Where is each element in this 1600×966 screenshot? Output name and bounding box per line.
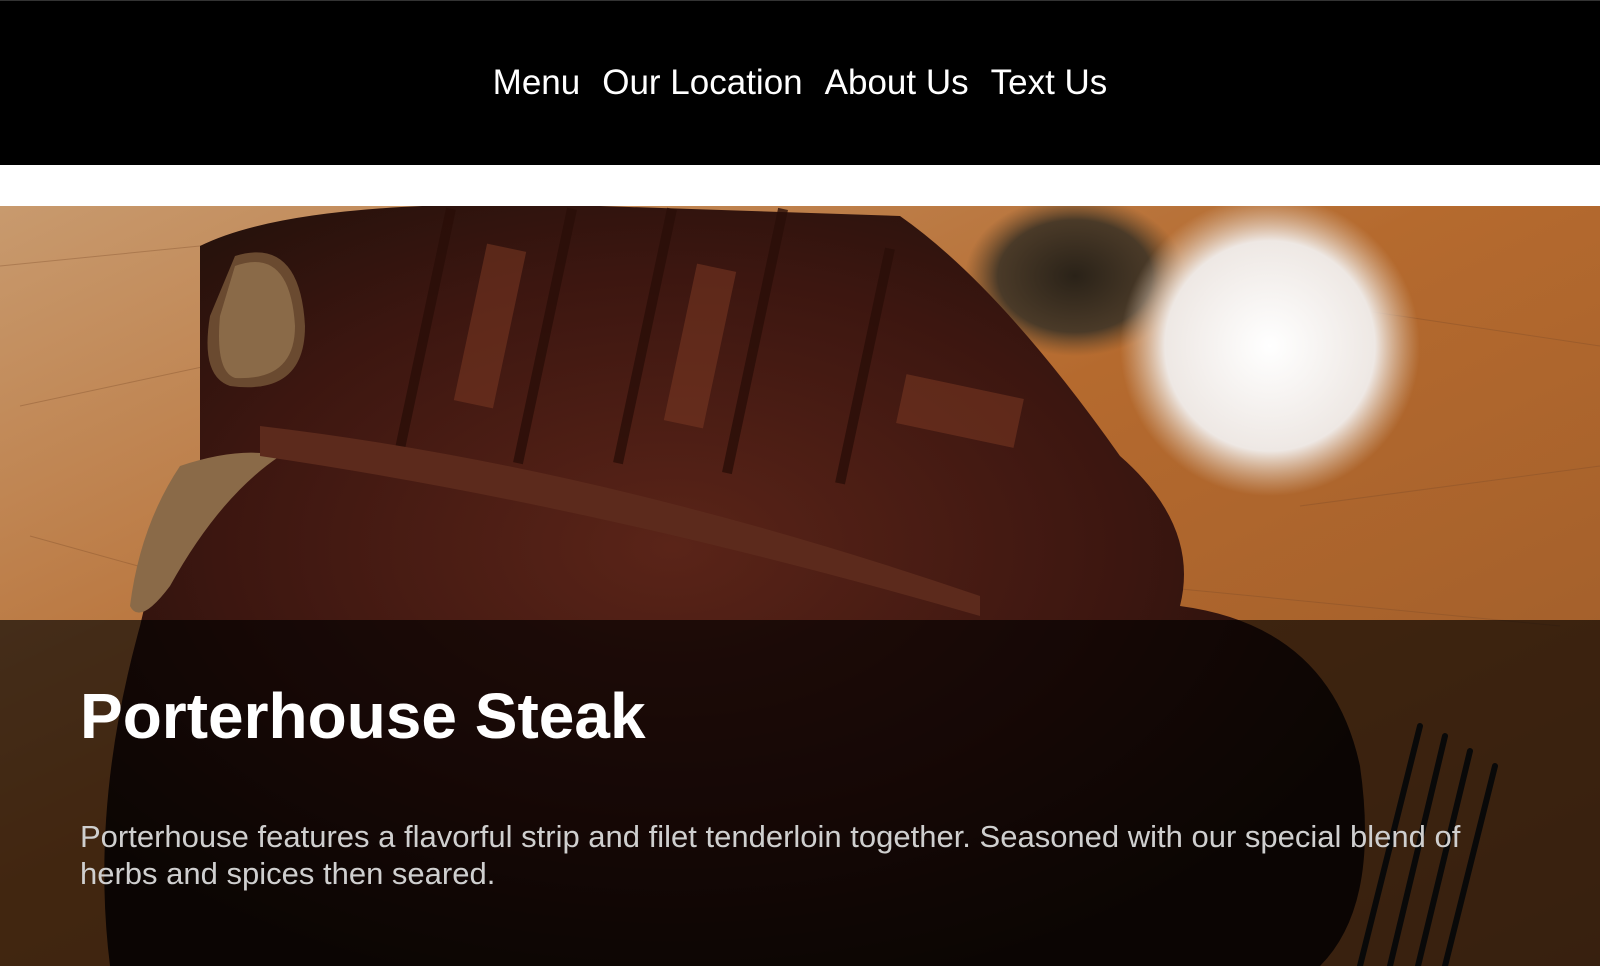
main-nav: Menu Our Location About Us Text Us — [493, 63, 1108, 103]
nav-link-about-us[interactable]: About Us — [825, 63, 969, 103]
header-spacer — [0, 165, 1600, 206]
hero-title: Porterhouse Steak — [80, 680, 646, 752]
hero-description: Porterhouse features a flavorful strip a… — [80, 819, 1461, 891]
nav-link-our-location[interactable]: Our Location — [602, 63, 802, 103]
hero-banner: Porterhouse Steak Porterhouse features a… — [0, 206, 1600, 966]
hero-caption-overlay: Porterhouse Steak Porterhouse features a… — [0, 620, 1600, 966]
site-header: Menu Our Location About Us Text Us — [0, 0, 1600, 165]
nav-link-text-us[interactable]: Text Us — [991, 63, 1108, 103]
nav-link-menu[interactable]: Menu — [493, 63, 581, 103]
